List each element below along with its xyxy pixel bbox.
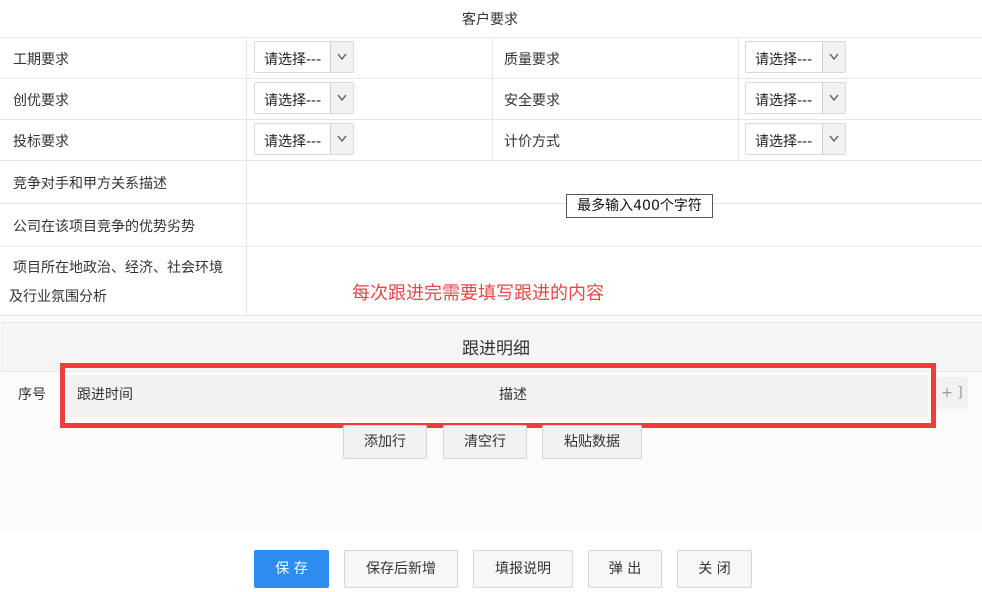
save-button[interactable]: 保 存 (254, 550, 329, 588)
quality-requirement-select[interactable]: 请选择--- (745, 41, 846, 73)
select-value: 请选择--- (264, 52, 322, 68)
annotation-text: 每次跟进完需要填写跟进的内容 (352, 283, 604, 304)
schedule-requirement-label: 工期要求 (13, 52, 69, 68)
section-title: 客户要求 (462, 12, 518, 28)
chevron-down-icon (822, 124, 845, 154)
chevron-down-icon (822, 83, 845, 113)
fill-help-button[interactable]: 填报说明 (473, 550, 573, 588)
chevron-down-icon (822, 42, 845, 72)
select-value: 请选择--- (755, 93, 813, 109)
safety-requirement-select[interactable]: 请选择--- (745, 82, 846, 114)
bidding-requirement-label: 投标要求 (13, 134, 69, 150)
save-and-new-button[interactable]: 保存后新增 (344, 550, 458, 588)
select-value: 请选择--- (264, 134, 322, 150)
max-length-tooltip: 最多输入400个字符 (566, 194, 713, 218)
schedule-requirement-select[interactable]: 请选择--- (254, 41, 354, 73)
environment-label-line1: 项目所在地政治、经济、社会环境 (13, 260, 223, 276)
detail-title: 跟进明细 (462, 339, 530, 359)
select-value: 请选择--- (755, 52, 813, 68)
select-value: 请选择--- (264, 93, 322, 109)
advantage-label: 公司在该项目竞争的优势劣势 (13, 219, 195, 235)
competitor-relation-label: 竞争对手和甲方关系描述 (13, 176, 167, 192)
column-index-header: 序号 (18, 387, 46, 403)
close-button[interactable]: 关 闭 (677, 550, 752, 588)
chevron-down-icon (330, 124, 353, 154)
excellence-requirement-select[interactable]: 请选择--- (254, 82, 354, 114)
environment-label-line2: 及行业氛围分析 (9, 289, 107, 305)
bidding-requirement-select[interactable]: 请选择--- (254, 123, 354, 155)
quality-requirement-label: 质量要求 (504, 52, 560, 68)
pricing-method-select[interactable]: 请选择--- (745, 123, 846, 155)
excellence-requirement-label: 创优要求 (13, 93, 69, 109)
select-value: 请选择--- (755, 134, 813, 150)
clear-rows-button[interactable]: 清空行 (443, 425, 527, 459)
add-row-button[interactable]: 添加行 (343, 425, 427, 459)
expand-columns-button[interactable]: + ] (936, 377, 968, 409)
chevron-down-icon (330, 42, 353, 72)
safety-requirement-label: 安全要求 (504, 93, 560, 109)
popup-button[interactable]: 弹 出 (588, 550, 662, 588)
pricing-method-label: 计价方式 (504, 134, 560, 150)
highlight-box (60, 363, 936, 428)
chevron-down-icon (330, 83, 353, 113)
paste-data-button[interactable]: 粘贴数据 (542, 425, 642, 459)
